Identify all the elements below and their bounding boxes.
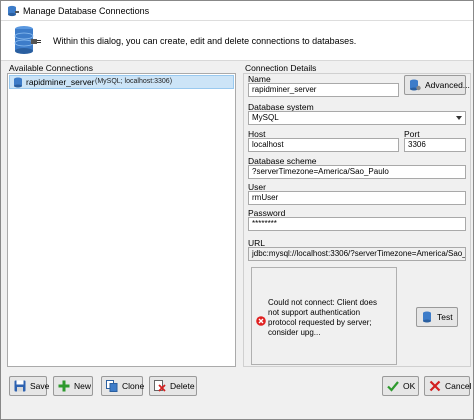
list-item[interactable]: rapidminer_server (MySQL; localhost:3306… (9, 75, 234, 89)
cancel-label: Cancel (445, 381, 472, 391)
name-field[interactable]: rapidminer_server (248, 83, 399, 97)
connection-status-text: Could not connect: Client does not suppo… (268, 298, 377, 337)
ok-label: OK (403, 381, 416, 391)
db-system-select[interactable]: MySQL (248, 111, 466, 125)
save-label: Save (30, 381, 50, 391)
clone-icon (106, 380, 118, 392)
checkmark-icon (387, 381, 399, 392)
url-field[interactable]: jdbc:mysql://localhost:3306/?serverTimez… (248, 247, 466, 261)
ok-button[interactable]: OK (382, 376, 419, 396)
database-test-icon (423, 311, 431, 323)
database-plug-icon (8, 5, 19, 17)
manage-db-connections-dialog: Manage Database Connections Within this … (0, 0, 474, 420)
host-field[interactable]: localhost (248, 138, 399, 152)
user-field[interactable]: rmUser (248, 191, 466, 205)
delete-label: Delete (170, 381, 195, 391)
db-system-value: MySQL (252, 113, 279, 122)
error-icon (256, 316, 266, 326)
chevron-down-icon (456, 116, 462, 120)
advanced-button[interactable]: Advanced... (404, 75, 470, 95)
connection-status-box: Could not connect: Client does not suppo… (251, 267, 397, 365)
database-plug-icon (14, 26, 41, 54)
plus-icon (58, 380, 70, 392)
available-connections-label: Available Connections (9, 63, 93, 73)
window-title: Manage Database Connections (23, 6, 150, 16)
title-bar: Manage Database Connections (1, 1, 473, 21)
save-button[interactable]: Save (9, 376, 50, 396)
dialog-header: Within this dialog, you can create, edit… (1, 21, 473, 61)
connection-detail: (MySQL; localhost:3306) (95, 78, 173, 85)
connections-list[interactable]: rapidminer_server (MySQL; localhost:3306… (7, 73, 236, 367)
clone-button[interactable]: Clone (101, 376, 145, 396)
cancel-button[interactable]: Cancel (424, 376, 472, 396)
password-field[interactable]: ******** (248, 217, 466, 231)
floppy-disk-icon (14, 380, 26, 392)
advanced-label: Advanced... (425, 80, 470, 90)
button-bar: Save New Clone Delete OK Cancel (1, 372, 473, 419)
test-button[interactable]: Test (416, 307, 458, 327)
test-label: Test (437, 312, 453, 322)
delete-button[interactable]: Delete (149, 376, 197, 396)
delete-icon (154, 380, 166, 392)
new-label: New (74, 381, 92, 391)
cancel-icon (429, 380, 441, 392)
header-description: Within this dialog, you can create, edit… (53, 36, 357, 46)
clone-label: Clone (122, 381, 145, 391)
port-field[interactable]: 3306 (404, 138, 466, 152)
new-button[interactable]: New (53, 376, 93, 396)
connection-name: rapidminer_server (26, 77, 95, 87)
database-settings-icon (410, 79, 421, 91)
scheme-field[interactable]: ?serverTimezone=America/Sao_Paulo (248, 165, 466, 179)
database-icon (14, 77, 22, 88)
connection-details-label: Connection Details (245, 63, 317, 73)
